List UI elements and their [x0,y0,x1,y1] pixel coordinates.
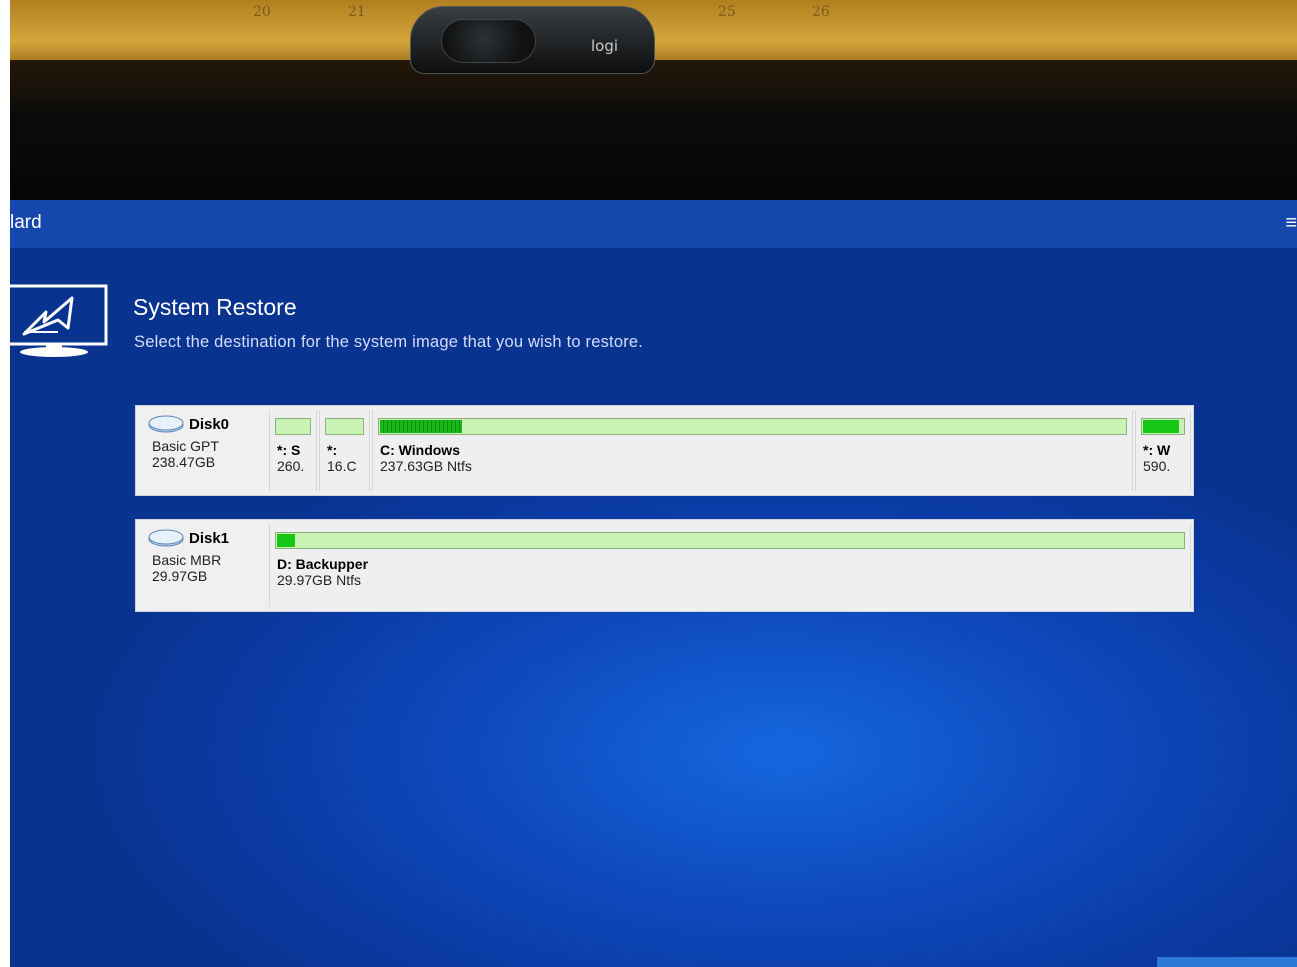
system-restore-icon [10,284,108,357]
disk-name: Disk0 [189,416,230,433]
partition-usage-bar [275,418,311,435]
partition-usage-fill [1143,420,1179,433]
partition-label: C: Windows [380,442,460,458]
partition[interactable]: *: W 590. [1135,410,1191,491]
partition-usage-fill [380,420,463,433]
page-title: System Restore [133,294,297,320]
partition-label: *: S [277,442,301,458]
disk-name: Disk1 [189,530,230,547]
partition-label: D: Backupper [277,556,369,572]
partition-usage-bar [378,418,1127,435]
disk-type: Basic GPT [152,438,219,454]
partition-label: *: [327,442,338,458]
partition-usage-bar [275,532,1185,549]
menu-icon[interactable]: ≡ [1285,212,1297,235]
page-subtitle: Select the destination for the system im… [134,333,644,351]
window-titlebar: lard ≡ [10,200,1297,248]
disk-type: Basic MBR [152,552,222,568]
webcam-brand: logi [591,37,619,55]
next-button-edge[interactable] [1157,957,1297,967]
partition[interactable]: *: S 260. [269,410,317,491]
disk-size: 29.97GB [152,568,208,584]
partition-info: 590. [1143,458,1171,474]
partition[interactable]: *: 16.C [319,410,370,491]
disk-row-disk0[interactable]: Disk0 Basic GPT 238.47GB *: S 260. *: 16… [135,405,1194,496]
screen: lard ≡ System Restore Select the destina… [10,200,1297,967]
partition-usage-fill [277,534,296,547]
disk-info: Disk0 Basic GPT 238.47GB [136,406,268,495]
partition-info: 260. [277,458,305,474]
partition-label: *: W [1143,442,1171,458]
calendar-number: 21 [348,4,366,20]
calendar-number: 26 [812,4,830,20]
partition-info: 29.97GB Ntfs [277,572,362,588]
disk-icon [148,415,184,433]
monitor-bezel [10,60,1297,202]
disk-icon [148,529,184,547]
partition-info: 237.63GB Ntfs [380,458,472,474]
webcam-lens [441,19,536,63]
partition-d-backupper[interactable]: D: Backupper 29.97GB Ntfs [269,524,1191,607]
partition-usage-bar [1141,418,1185,435]
partition-usage-bar [325,418,364,435]
window-title: lard [10,212,42,233]
calendar-number: 25 [718,4,736,20]
partition-c-windows[interactable]: C: Windows 237.63GB Ntfs [372,410,1133,491]
disk-info: Disk1 Basic MBR 29.97GB [136,520,268,611]
webcam: logi [410,6,655,74]
disk-size: 238.47GB [152,454,216,470]
partition-info: 16.C [327,458,357,474]
calendar-number: 20 [253,4,271,20]
disk-row-disk1[interactable]: Disk1 Basic MBR 29.97GB D: Backupper 29.… [135,519,1194,612]
